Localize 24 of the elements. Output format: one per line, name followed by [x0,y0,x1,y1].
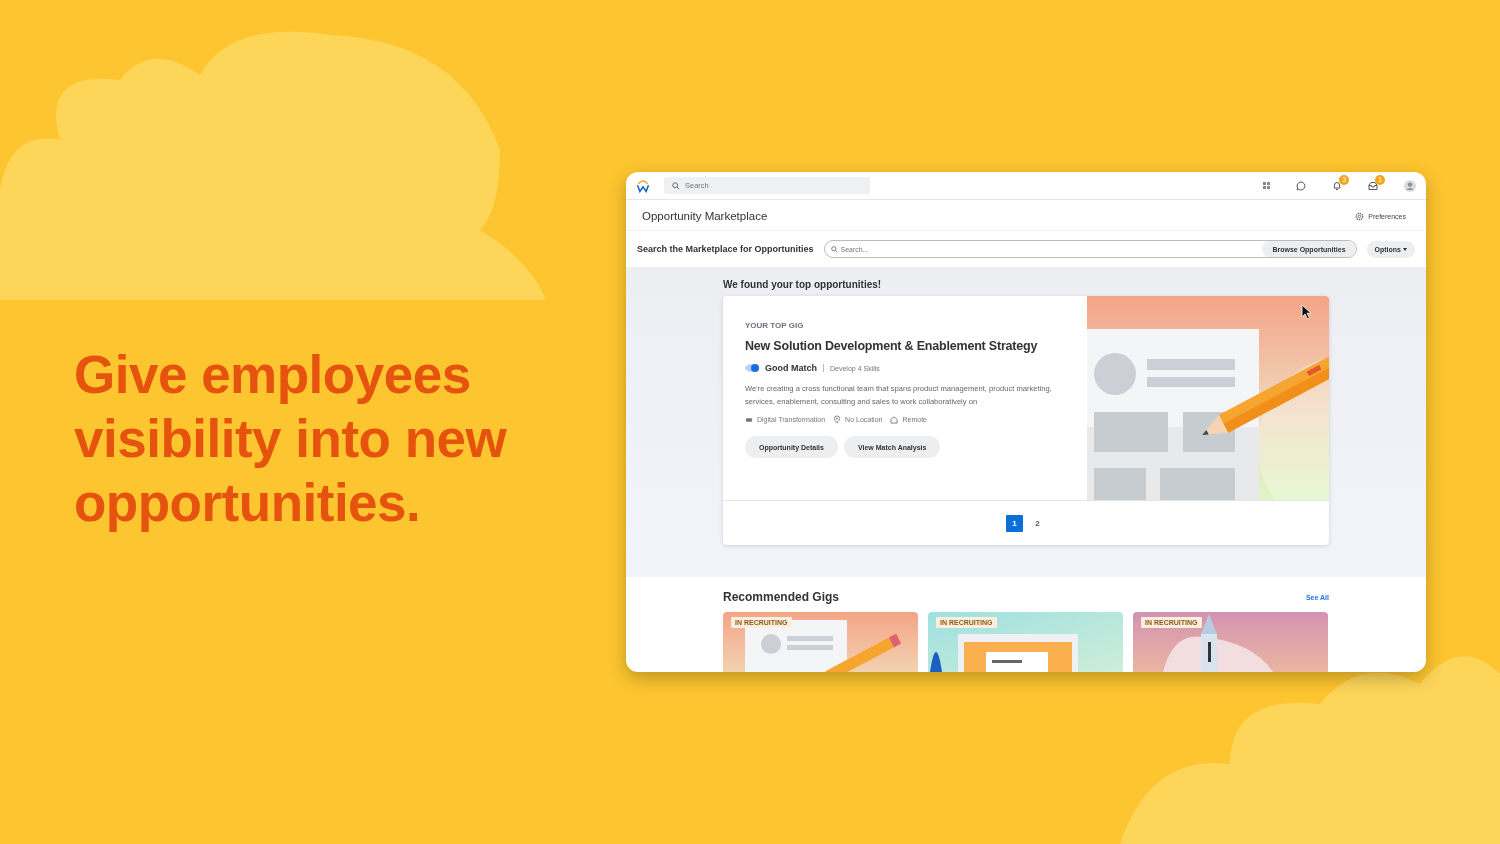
search-icon [672,181,680,190]
section-heading: We found your top opportunities! [723,278,883,292]
search-icon [830,245,838,253]
gear-icon [1355,211,1365,221]
gig-title: New Solution Development & Enablement Strategy [745,339,1039,353]
tag-icon [745,415,753,424]
match-label: Good Match [765,363,817,373]
location-pin-icon [833,415,842,424]
logo-icon [636,178,650,193]
search-label: Search the Marketplace for Opportunities [637,244,814,254]
mouse-pointer-icon [1301,304,1312,320]
inbox-icon[interactable] [1368,180,1378,191]
avatar-icon[interactable] [1404,179,1416,192]
page-title: Opportunity Marketplace [642,210,768,222]
caret-icon [1403,247,1407,251]
eyebrow-label: YOUR TOP GIG [745,321,805,330]
page-button[interactable]: 1 [1006,514,1023,532]
bell-icon[interactable] [1332,180,1342,191]
apps-grid-icon[interactable] [1263,182,1270,189]
match-indicator-icon [745,364,759,372]
section-heading: Recommended Gigs [723,590,840,604]
chat-icon[interactable] [1296,180,1306,191]
headline: Give employees visibility into new opportunities. [74,344,508,534]
page-button[interactable]: 2 [1029,514,1046,532]
